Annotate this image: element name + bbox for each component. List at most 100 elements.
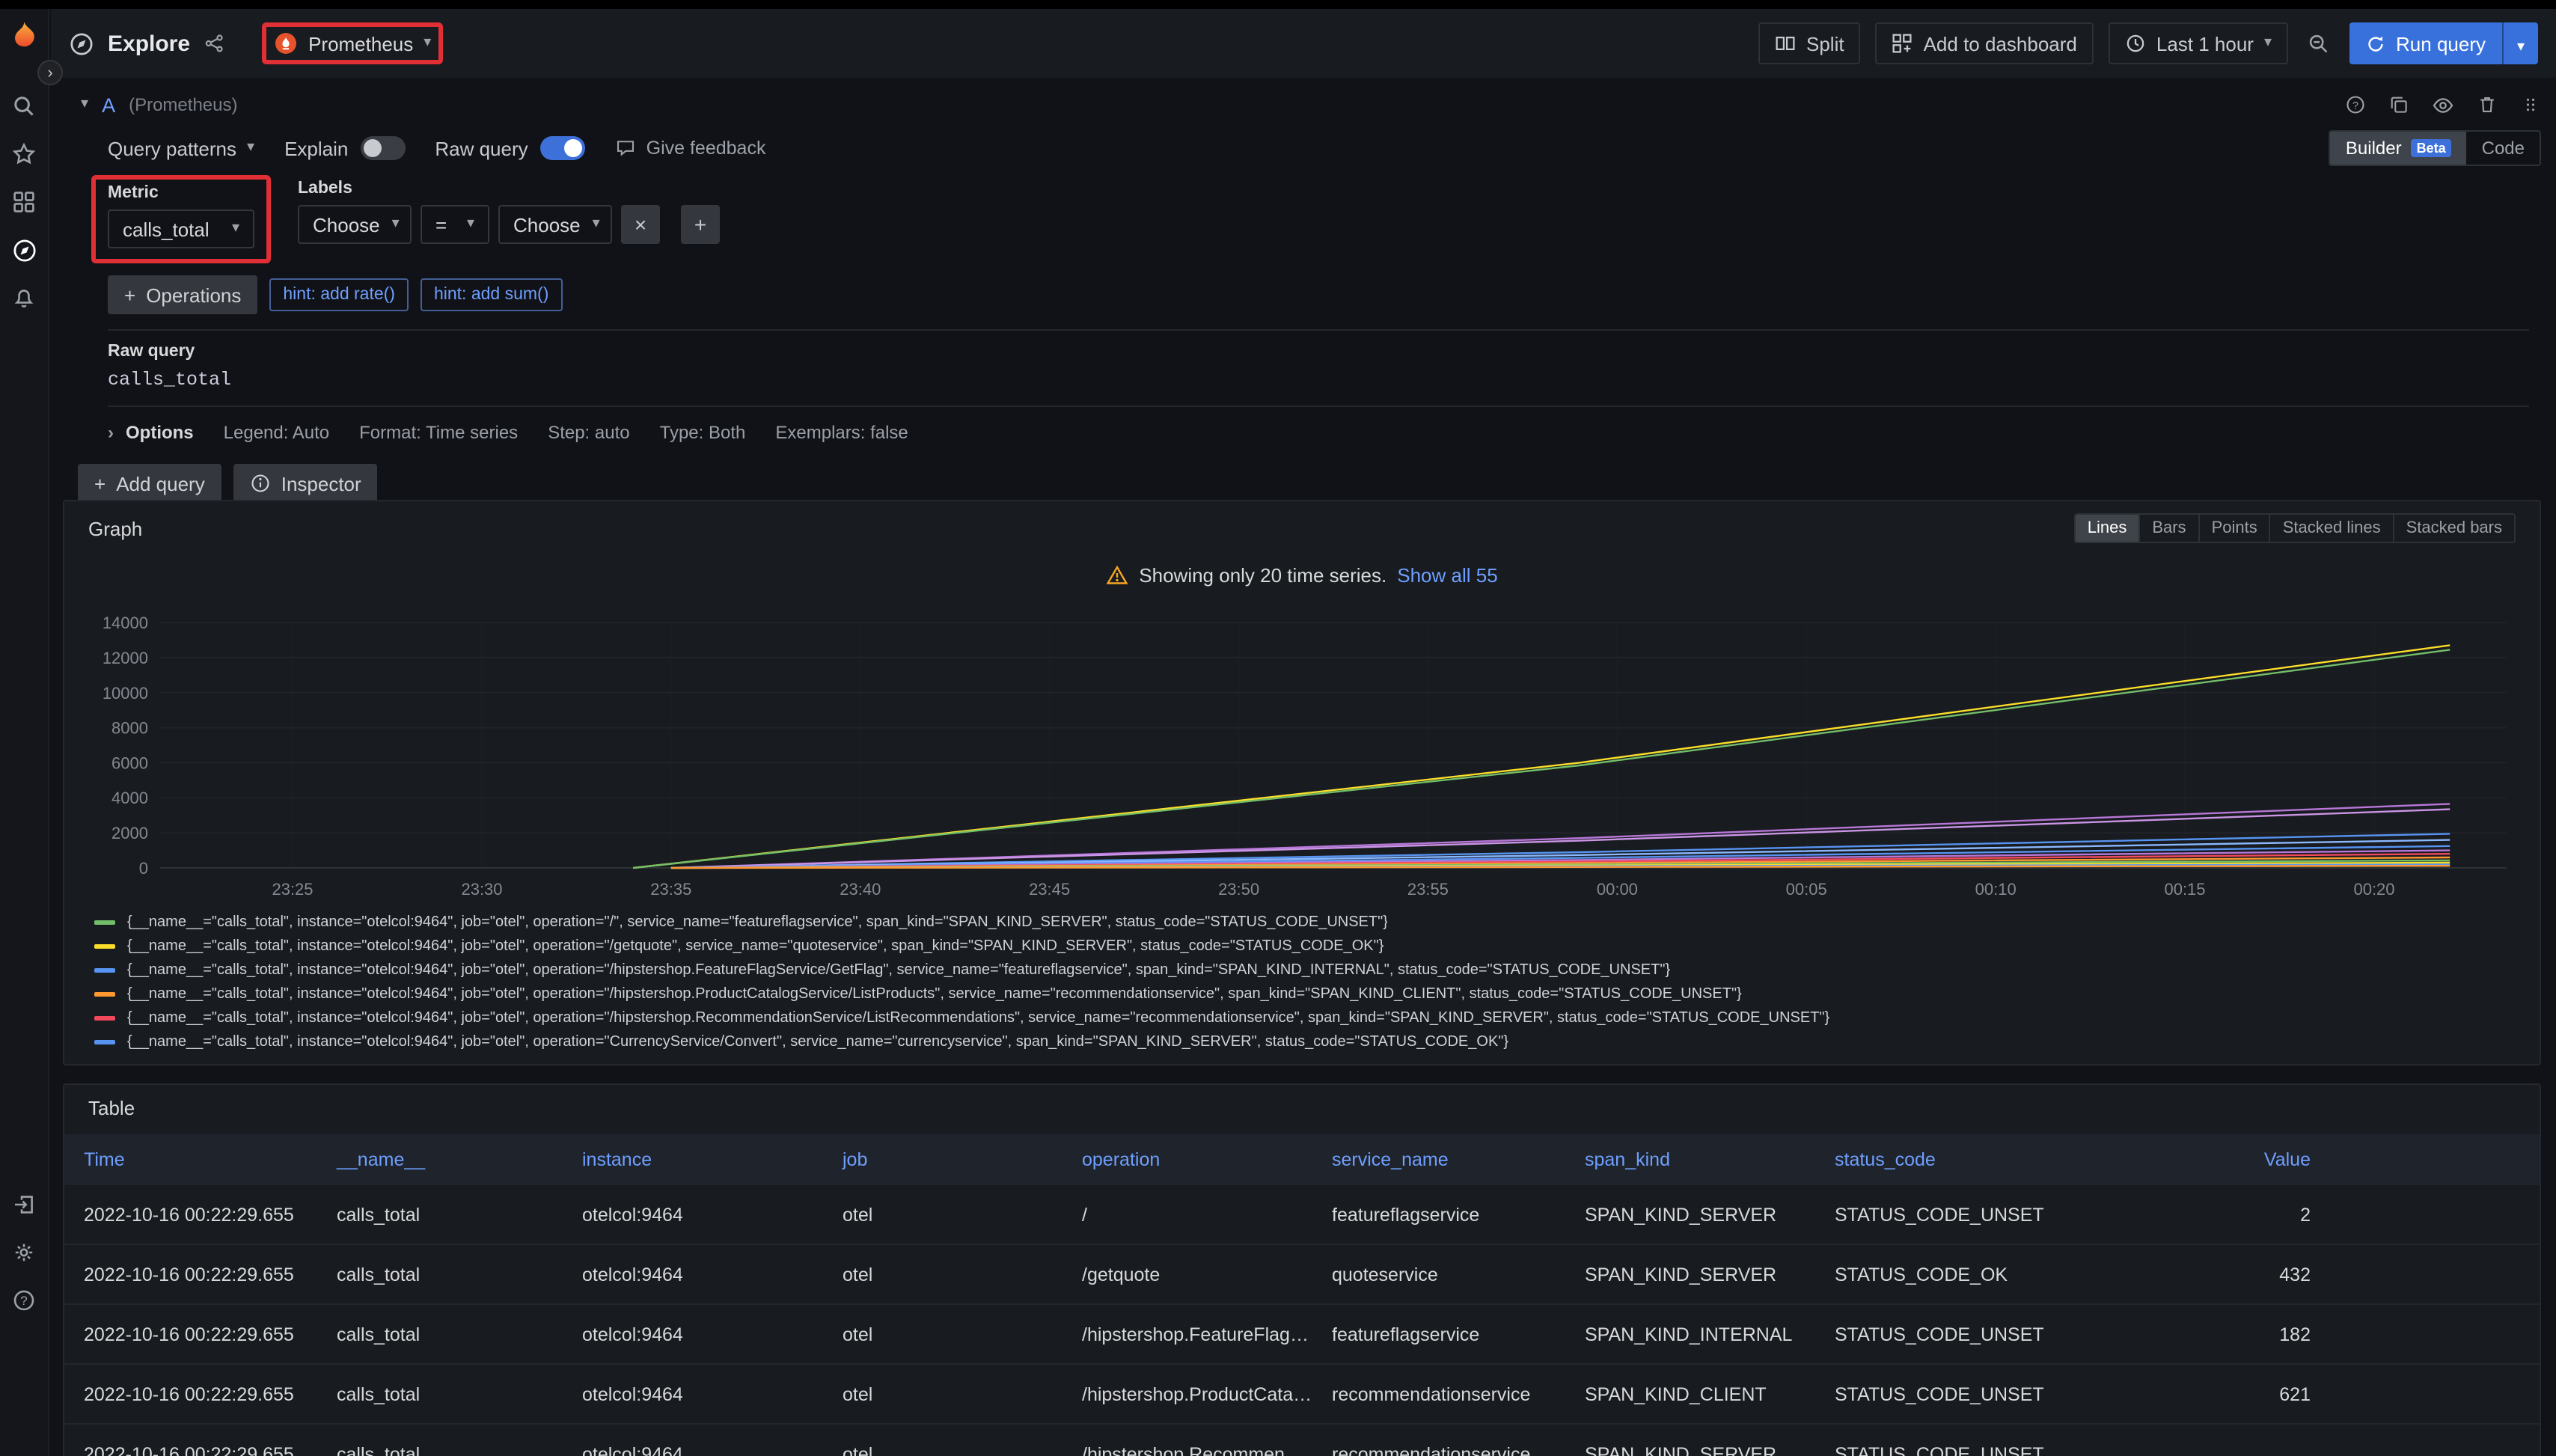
legend-item[interactable]: {__name__="calls_total", instance="otelc… [88, 982, 2516, 1006]
time-range-picker[interactable]: Last 1 hour ▾ [2109, 22, 2288, 64]
column-header-span-kind[interactable]: span_kind [1565, 1149, 1815, 1170]
legend-label: {__name__="calls_total", instance="otelc… [127, 985, 1742, 1002]
apps-icon[interactable] [0, 178, 49, 226]
query-row-actions: ? [2345, 94, 2541, 116]
query-option-item-2: Step: auto [548, 422, 629, 443]
remove-query-trash-icon[interactable] [2477, 94, 2498, 115]
view-mode-lines[interactable]: Lines [2076, 515, 2139, 542]
add-operation-button[interactable]: + Operations [108, 275, 257, 314]
raw-query-toggle-group: Raw query [435, 136, 584, 160]
legend-item[interactable]: {__name__="calls_total", instance="otelc… [88, 1030, 2516, 1053]
label-operator-select[interactable]: = ▾ [421, 205, 489, 244]
share-icon[interactable] [204, 33, 224, 54]
give-feedback-button[interactable]: Give feedback [615, 138, 766, 159]
query-options-summary: Legend: AutoFormat: Time seriesStep: aut… [224, 422, 908, 443]
metric-select[interactable]: calls_total ▾ [108, 209, 254, 248]
options-expand-button[interactable]: › Options [108, 422, 194, 443]
metric-field-label: Metric [108, 184, 254, 202]
drag-handle-icon[interactable] [2520, 94, 2541, 115]
table-row[interactable]: 2022-10-16 00:22:29.655calls_totalotelco… [64, 1305, 2540, 1365]
view-mode-points[interactable]: Points [2198, 515, 2269, 542]
cell-job: otel [823, 1264, 1063, 1285]
star-icon[interactable] [0, 130, 49, 178]
view-mode-stacked-lines[interactable]: Stacked lines [2269, 515, 2393, 542]
table-row[interactable]: 2022-10-16 00:22:29.655calls_totalotelco… [64, 1365, 2540, 1425]
cell-service_name: recommendationservice [1312, 1443, 1565, 1456]
graph-panel-title: Graph [88, 517, 142, 539]
add-label-filter-button[interactable]: + [681, 205, 720, 244]
inspector-button[interactable]: Inspector [233, 464, 378, 503]
column-header-status-code[interactable]: status_code [1815, 1149, 2115, 1170]
run-query-button[interactable]: Run query [2349, 22, 2502, 64]
show-all-series-link[interactable]: Show all 55 [1397, 564, 1497, 587]
explain-toggle-group: Explain [284, 136, 405, 160]
column-header--name-[interactable]: __name__ [317, 1149, 563, 1170]
split-button[interactable]: Split [1758, 22, 1861, 64]
svg-text:14000: 14000 [103, 614, 148, 632]
copy-query-icon[interactable] [2388, 94, 2409, 115]
hide-query-eye-icon[interactable] [2432, 94, 2454, 116]
explain-toggle[interactable] [360, 136, 405, 160]
query-actions-row: + Add query Inspector [63, 464, 2541, 503]
query-row-header[interactable]: ▾ A (Prometheus) ? [63, 87, 2541, 123]
view-mode-stacked-bars[interactable]: Stacked bars [2393, 515, 2514, 542]
builder-mode-button[interactable]: Builder Beta [2331, 132, 2467, 165]
add-query-button[interactable]: + Add query [78, 464, 221, 503]
svg-text:10000: 10000 [103, 684, 148, 703]
query-hints: hint: add rate() hint: add sum() [269, 278, 562, 311]
run-query-dropdown-caret[interactable]: ▾ [2502, 22, 2538, 64]
chevron-down-icon: ▾ [2264, 36, 2272, 51]
label-value-select[interactable]: Choose ▾ [498, 205, 612, 244]
graph-panel: Graph LinesBarsPointsStacked linesStacke… [63, 500, 2541, 1065]
labels-group: Labels Choose ▾ = ▾ Choose ▾ × + [298, 180, 720, 244]
svg-text:0: 0 [139, 859, 148, 878]
remove-label-filter-button[interactable]: × [621, 205, 660, 244]
chevron-down-icon: ▾ [392, 217, 400, 232]
zoom-out-icon[interactable] [2303, 32, 2335, 55]
bell-icon[interactable] [0, 274, 49, 322]
help-circle-icon[interactable]: ? [2345, 94, 2366, 115]
legend-item[interactable]: {__name__="calls_total", instance="otelc… [88, 934, 2516, 958]
cell-name: calls_total [317, 1383, 563, 1404]
query-datasource-hint: (Prometheus) [129, 94, 237, 115]
column-header-value[interactable]: Value [2115, 1149, 2540, 1170]
table-row[interactable]: 2022-10-16 00:22:29.655calls_totalotelco… [64, 1245, 2540, 1305]
column-header-service-name[interactable]: service_name [1312, 1149, 1565, 1170]
grafana-logo[interactable] [7, 19, 40, 52]
explore-compass-icon[interactable] [0, 226, 49, 274]
search-icon[interactable] [0, 82, 49, 130]
datasource-picker[interactable]: Prometheus ▾ [274, 31, 431, 55]
help-icon[interactable]: ? [0, 1276, 49, 1324]
time-series-chart[interactable]: 23:2523:3023:3523:4023:4523:5023:5500:00… [88, 608, 2516, 907]
legend-swatch [94, 1039, 115, 1044]
legend-item[interactable]: {__name__="calls_total", instance="otelc… [88, 910, 2516, 934]
code-mode-button[interactable]: Code [2467, 132, 2540, 165]
add-to-dashboard-button[interactable]: Add to dashboard [1876, 22, 2094, 64]
legend-item[interactable]: {__name__="calls_total", instance="otelc… [88, 958, 2516, 982]
graph-panel-header: Graph LinesBarsPointsStacked linesStacke… [88, 513, 2516, 543]
svg-text:8000: 8000 [111, 719, 148, 738]
gear-icon[interactable] [0, 1229, 49, 1276]
chevron-down-icon: ▾ [232, 221, 239, 236]
labels-row: Choose ▾ = ▾ Choose ▾ × + [298, 205, 720, 244]
legend-label: {__name__="calls_total", instance="otelc… [127, 937, 1384, 954]
query-patterns-dropdown[interactable]: Query patterns ▾ [108, 137, 254, 159]
raw-query-toggle[interactable] [540, 136, 585, 160]
legend-item[interactable]: {__name__="calls_total", instance="otelc… [88, 1006, 2516, 1030]
query-hint-1[interactable]: hint: add sum() [421, 278, 562, 311]
view-mode-bars[interactable]: Bars [2138, 515, 2198, 542]
column-header-instance[interactable]: instance [563, 1149, 823, 1170]
query-hint-0[interactable]: hint: add rate() [269, 278, 409, 311]
svg-text:2000: 2000 [111, 824, 148, 842]
table-row[interactable]: 2022-10-16 00:22:29.655calls_totalotelco… [64, 1425, 2540, 1456]
column-header-job[interactable]: job [823, 1149, 1063, 1170]
sign-in-icon[interactable] [0, 1181, 49, 1229]
table-row[interactable]: 2022-10-16 00:22:29.655calls_totalotelco… [64, 1185, 2540, 1245]
column-header-operation[interactable]: operation [1063, 1149, 1312, 1170]
sidebar-expand-button[interactable]: › [37, 60, 63, 85]
label-key-select[interactable]: Choose ▾ [298, 205, 412, 244]
column-header-time[interactable]: Time [64, 1149, 317, 1170]
graph-view-mode-switch: LinesBarsPointsStacked linesStacked bars [2074, 513, 2516, 543]
chevron-down-icon[interactable]: ▾ [81, 97, 88, 112]
raw-query-text: calls_total [108, 370, 2529, 391]
